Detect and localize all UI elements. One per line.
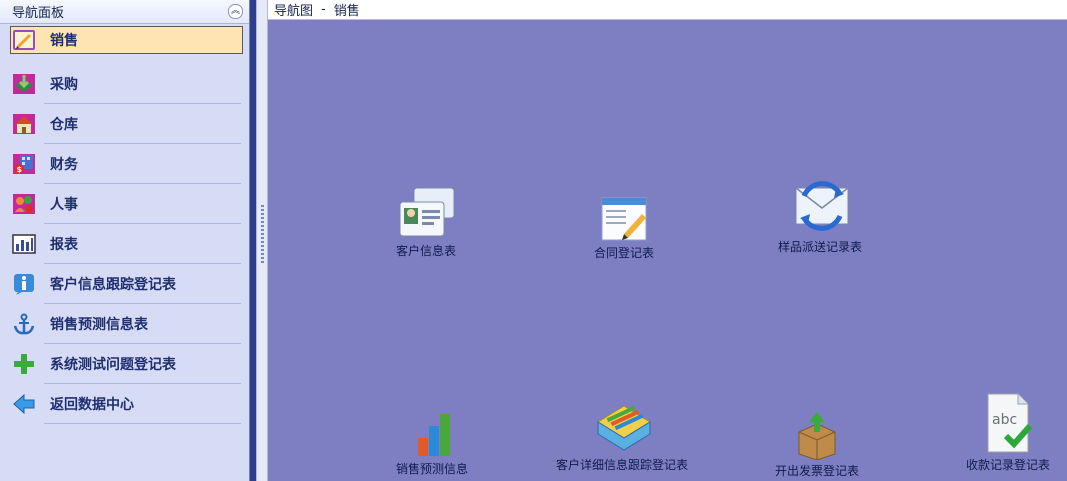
sidebar-item-report[interactable]: 报表	[0, 224, 249, 264]
navigation-panel: 导航面板 ︽ 销售 采购 仓库 $ 财务 人事 报表 客户信息跟踪登记表 销售预…	[0, 0, 250, 481]
mail-sync-icon	[790, 180, 850, 236]
svg-text:$: $	[17, 165, 23, 174]
breadcrumb-current: 销售	[333, 4, 360, 19]
info-icon	[12, 272, 36, 296]
tile-sample-delivery[interactable]: 样品派送记录表	[778, 180, 862, 255]
plus-icon	[12, 352, 36, 376]
tile-contract-registration[interactable]: 合同登记表	[594, 186, 654, 261]
sidebar-item-label: 仓库	[50, 117, 78, 133]
sidebar-item-label: 客户信息跟踪登记表	[50, 277, 176, 293]
panel-splitter[interactable]	[256, 0, 268, 481]
report-chart-icon	[12, 232, 36, 256]
sidebar-item-purchase[interactable]: 采购	[0, 64, 249, 104]
breadcrumb-separator: -	[321, 2, 326, 17]
sidebar-item-label: 销售	[50, 33, 78, 49]
sidebar-item-label: 系统测试问题登记表	[50, 357, 176, 373]
sidebar-item-label: 报表	[50, 237, 78, 253]
tile-payment-record[interactable]: abc 收款记录登记表	[966, 392, 1050, 473]
tile-label: 客户信息表	[396, 244, 457, 258]
sidebar-item-finance[interactable]: $ 财务	[0, 144, 249, 184]
box-upload-icon	[787, 404, 847, 460]
sales-pencil-icon	[12, 28, 36, 52]
tile-invoice-issued[interactable]: 开出发票登记表	[775, 404, 859, 479]
splitter-grip[interactable]	[261, 205, 264, 265]
tile-label: 开出发票登记表	[775, 464, 860, 478]
sidebar-item-label: 财务	[50, 157, 78, 173]
finance-money-icon: $	[12, 152, 36, 176]
contact-cards-icon	[396, 184, 456, 240]
tile-label: 收款记录登记表	[966, 458, 1051, 472]
tile-customer-info[interactable]: 客户信息表	[396, 184, 456, 259]
navigation-panel-title: 导航面板	[12, 6, 65, 21]
tile-sales-forecast[interactable]: 销售预测信息	[396, 402, 468, 477]
anchor-icon	[12, 312, 36, 336]
warehouse-house-icon	[12, 112, 36, 136]
file-tray-icon	[592, 398, 652, 454]
sidebar-item-personnel[interactable]: 人事	[0, 184, 249, 224]
back-arrow-icon	[12, 392, 36, 416]
navigation-map: 导航图 - 销售 客户信息表 合同登记表 样品派送记录表 销售预测信息 客户详细…	[268, 0, 1067, 481]
svg-text:abc: abc	[992, 412, 1017, 428]
navigation-panel-header: 导航面板 ︽	[0, 0, 249, 24]
abc-check-doc-icon: abc	[978, 392, 1038, 454]
tile-customer-detail-tracking[interactable]: 客户详细信息跟踪登记表	[556, 398, 688, 473]
sidebar-item-sales-forecast[interactable]: 销售预测信息表	[0, 304, 249, 344]
sidebar-item-label: 采购	[50, 77, 78, 93]
sidebar-item-sales[interactable]: 销售	[10, 26, 243, 54]
purchase-book-icon	[12, 72, 36, 96]
sidebar-item-label: 销售预测信息表	[50, 317, 148, 333]
breadcrumb: 导航图 - 销售	[268, 0, 1067, 20]
contract-edit-icon	[594, 186, 654, 242]
sidebar-item-warehouse[interactable]: 仓库	[0, 104, 249, 144]
sidebar-item-system-test[interactable]: 系统测试问题登记表	[0, 344, 249, 384]
tile-label: 样品派送记录表	[778, 240, 863, 254]
sidebar-item-return-data-center[interactable]: 返回数据中心	[0, 384, 249, 424]
bar-chart-icon	[402, 402, 462, 458]
breadcrumb-root[interactable]: 导航图	[274, 0, 313, 19]
tile-label: 销售预测信息	[396, 462, 469, 476]
sidebar-item-label: 返回数据中心	[50, 397, 134, 413]
sidebar-item-customer-tracking[interactable]: 客户信息跟踪登记表	[0, 264, 249, 304]
tile-label: 合同登记表	[594, 246, 655, 260]
sidebar-item-label: 人事	[50, 197, 78, 213]
collapse-icon[interactable]: ︽	[228, 4, 243, 19]
personnel-people-icon	[12, 192, 36, 216]
tile-label: 客户详细信息跟踪登记表	[556, 458, 689, 472]
